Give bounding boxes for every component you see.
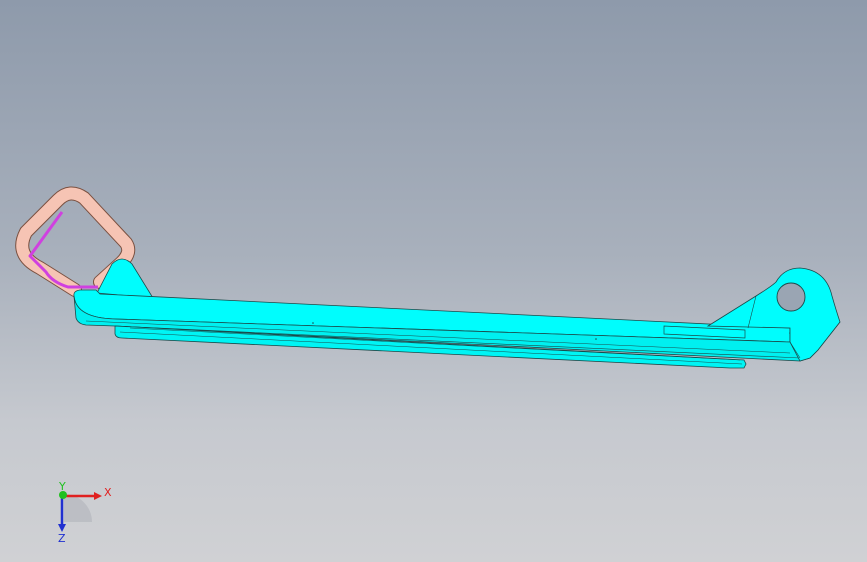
x-axis-label: X: [104, 486, 112, 499]
x-axis-arrow: [94, 492, 102, 500]
left-gusset[interactable]: [96, 258, 154, 299]
triad-shadow: [64, 494, 92, 522]
main-bar[interactable]: [73, 289, 819, 369]
z-axis-label: Z: [58, 532, 66, 545]
lug-hole[interactable]: [776, 282, 806, 312]
y-axis-label: Y: [58, 480, 66, 493]
left-gusset-face: [96, 258, 154, 299]
mark-2: [595, 338, 597, 340]
mark-1: [312, 322, 314, 324]
z-axis-arrow: [58, 524, 66, 532]
coordinate-triad: X Z Y: [40, 478, 120, 548]
part-model[interactable]: [0, 0, 867, 562]
graphics-area[interactable]: X Z Y: [0, 0, 867, 562]
